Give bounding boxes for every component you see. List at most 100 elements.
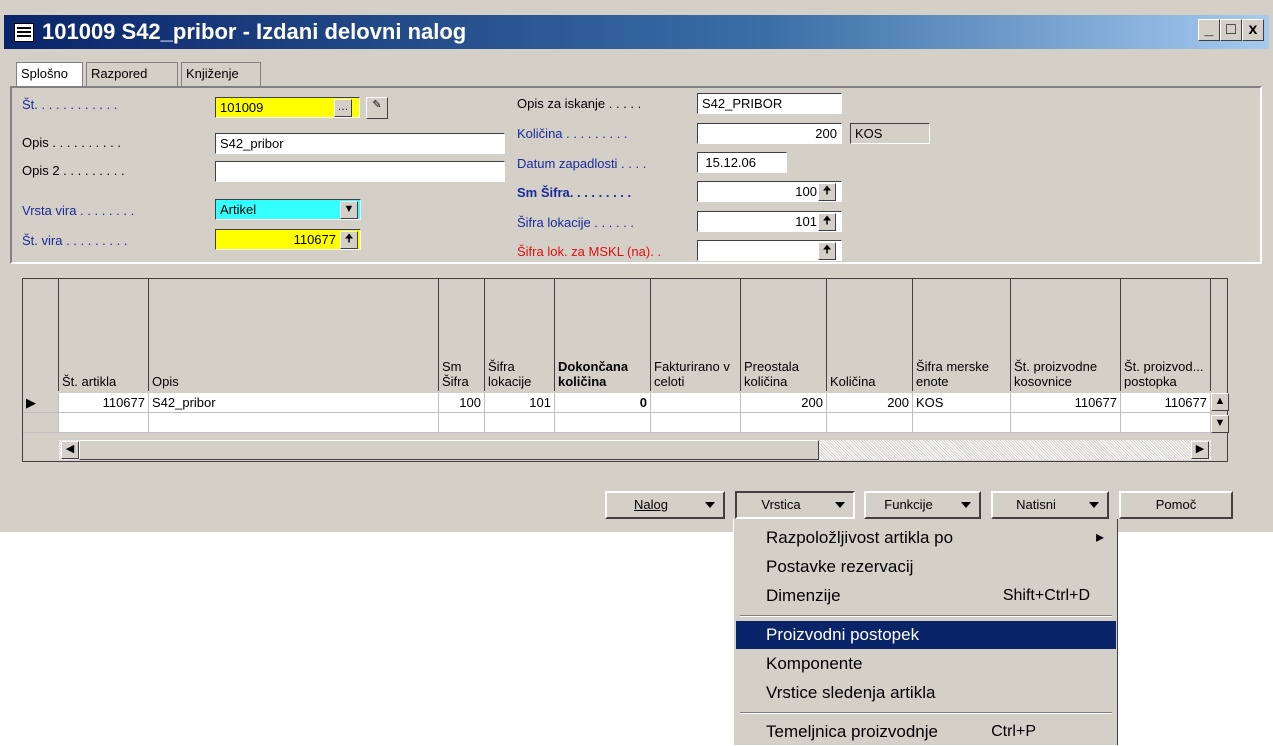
- datum-label: Datum zapadlosti . . . .: [517, 156, 647, 171]
- sifra-mskl-label: Šifra lok. za MSKL (na). .: [517, 244, 662, 259]
- cell-sifra-lokacije[interactable]: 101: [485, 393, 555, 413]
- kolicina-unit: KOS: [850, 123, 930, 144]
- menu-separator: [740, 712, 1112, 714]
- col-opis[interactable]: Opis: [149, 279, 439, 391]
- kolicina-label: Količina . . . . . . . . .: [517, 126, 628, 141]
- menu-item-dimenzije[interactable]: Dimenzije Shift+Ctrl+D: [736, 582, 1116, 610]
- close-button[interactable]: x: [1242, 19, 1264, 41]
- restore-button[interactable]: □: [1220, 19, 1242, 41]
- col-kolicina[interactable]: Količina: [827, 279, 913, 391]
- opis-iskanje-label: Opis za iskanje . . . . .: [517, 96, 642, 111]
- cell-kosovnica[interactable]: 110677: [1011, 393, 1121, 413]
- scrollbar-thumb[interactable]: [79, 440, 819, 460]
- menu-item-vrstice-sledenja[interactable]: Vrstice sledenja artikla: [736, 679, 1116, 707]
- row-selector-header: [23, 279, 59, 391]
- cell-dokoncana[interactable]: 0: [555, 393, 651, 413]
- form-icon: [14, 23, 34, 42]
- cell-sifra-merske[interactable]: KOS: [913, 393, 1011, 413]
- opis-field[interactable]: S42_pribor: [215, 133, 505, 154]
- cell-empty[interactable]: [741, 413, 827, 433]
- cell-empty[interactable]: [485, 413, 555, 433]
- menu-item-proizvodni-postopek[interactable]: Proizvodni postopek: [736, 621, 1116, 649]
- cell-empty[interactable]: [1121, 413, 1211, 433]
- menu-item-temeljnica[interactable]: Temeljnica proizvodnje Ctrl+P: [736, 718, 1116, 746]
- row-selector: [23, 413, 59, 433]
- tab-razpored[interactable]: Razpored: [86, 62, 178, 86]
- scroll-up-icon[interactable]: ▲: [1211, 393, 1229, 411]
- table-row[interactable]: ▶ 110677 S42_pribor 100 101 0 200 200 KO…: [23, 393, 1229, 413]
- cell-empty[interactable]: [439, 413, 485, 433]
- menu-item-postavke-rezervacij[interactable]: Postavke rezervacij: [736, 553, 1116, 581]
- lookup-arrow-up-icon[interactable]: 🠉: [818, 183, 836, 201]
- nalog-button[interactable]: Nalog: [605, 491, 725, 519]
- lookup-button[interactable]: …: [334, 99, 352, 117]
- grid-header: Št. artikla Opis Sm Šifra Šifra lokacije…: [23, 279, 1227, 391]
- funkcije-button[interactable]: Funkcije: [864, 491, 981, 519]
- cell-opis[interactable]: S42_pribor: [149, 393, 439, 413]
- scroll-right-icon[interactable]: ▶: [1191, 441, 1209, 459]
- natisni-button[interactable]: Natisni: [991, 491, 1109, 519]
- pomoc-button[interactable]: Pomoč: [1119, 491, 1233, 519]
- col-st-proizvodne-kosovnice[interactable]: Št. proizvodne kosovnice: [1011, 279, 1121, 391]
- chevron-down-icon: [1089, 502, 1099, 508]
- col-sm-sifra[interactable]: Sm Šifra: [439, 279, 485, 391]
- col-sifra-merske-enote[interactable]: Šifra merske enote: [913, 279, 1011, 391]
- lines-grid: Št. artikla Opis Sm Šifra Šifra lokacije…: [22, 278, 1229, 462]
- cell-empty[interactable]: [913, 413, 1011, 433]
- col-sifra-lokacije[interactable]: Šifra lokacije: [485, 279, 555, 391]
- chevron-down-icon: [705, 502, 715, 508]
- edit-pencil-icon[interactable]: ✎: [366, 97, 388, 119]
- menu-item-komponente[interactable]: Komponente: [736, 650, 1116, 678]
- sifra-lokacije-label: Šifra lokacije . . . . . .: [517, 215, 635, 230]
- lookup-arrow-up-icon[interactable]: 🠉: [818, 213, 836, 231]
- opis-iskanje-field[interactable]: S42_PRIBOR: [697, 93, 842, 114]
- cell-empty[interactable]: [651, 413, 741, 433]
- col-preostala-kolicina[interactable]: Preostala količina: [741, 279, 827, 391]
- cell-empty[interactable]: [149, 413, 439, 433]
- menu-item-razpolozljivost[interactable]: Razpoložljivost artikla po ▸: [736, 524, 1116, 552]
- minimize-button[interactable]: _: [1198, 19, 1220, 41]
- datum-field[interactable]: 15.12.06: [697, 152, 787, 173]
- row-pointer-icon: ▶: [23, 393, 59, 413]
- cell-st-artikla[interactable]: 110677: [59, 393, 149, 413]
- st-label: Št. . . . . . . . . . . .: [22, 97, 118, 112]
- submenu-arrow-icon: ▸: [1095, 529, 1104, 546]
- col-st-proizvod-postopka[interactable]: Št. proizvod... postopka: [1121, 279, 1211, 391]
- kolicina-field[interactable]: 200: [697, 123, 842, 144]
- col-dokoncana-kolicina[interactable]: Dokončana količina: [555, 279, 651, 391]
- menu-separator: [740, 615, 1112, 617]
- cell-preostala[interactable]: 200: [741, 393, 827, 413]
- lookup-arrow-up-icon[interactable]: 🠉: [340, 231, 358, 249]
- st-vira-label: Št. vira . . . . . . . . .: [22, 233, 128, 248]
- scroll-down-icon[interactable]: ▼: [1211, 415, 1229, 433]
- vrsta-vira-label: Vrsta vira . . . . . . . .: [22, 203, 135, 218]
- scroll-left-icon[interactable]: ◀: [61, 441, 79, 459]
- chevron-down-icon: [835, 502, 845, 508]
- cell-empty[interactable]: [59, 413, 149, 433]
- cell-fakturirano[interactable]: [651, 393, 741, 413]
- cell-empty[interactable]: [1011, 413, 1121, 433]
- window-title: 101009 S42_pribor - Izdani delovni nalog: [42, 19, 467, 44]
- table-row[interactable]: [23, 413, 1229, 433]
- col-st-artikla[interactable]: Št. artikla: [59, 279, 149, 391]
- dropdown-arrow-icon[interactable]: ▼: [340, 201, 358, 219]
- opis-label: Opis . . . . . . . . . .: [22, 135, 121, 150]
- lookup-arrow-up-icon[interactable]: 🠉: [818, 242, 836, 260]
- sm-sifra-label: Sm Šifra. . . . . . . . .: [517, 185, 632, 200]
- window: 101009 S42_pribor - Izdani delovni nalog…: [0, 0, 1273, 532]
- tab-splosno[interactable]: Splošno: [16, 62, 83, 86]
- vrstica-button[interactable]: Vrstica: [735, 491, 855, 519]
- cell-kolicina[interactable]: 200: [827, 393, 913, 413]
- cell-empty[interactable]: [555, 413, 651, 433]
- cell-postopek[interactable]: 110677: [1121, 393, 1211, 413]
- cell-sm-sifra[interactable]: 100: [439, 393, 485, 413]
- col-fakturirano[interactable]: Fakturirano v celoti: [651, 279, 741, 391]
- opis2-label: Opis 2 . . . . . . . . .: [22, 163, 125, 178]
- opis2-field[interactable]: [215, 161, 505, 182]
- chevron-down-icon: [961, 502, 971, 508]
- title-bar[interactable]: 101009 S42_pribor - Izdani delovni nalog…: [4, 15, 1269, 49]
- cell-empty[interactable]: [827, 413, 913, 433]
- tab-knjizenje[interactable]: Knjiženje: [181, 62, 261, 86]
- general-panel: [10, 86, 1262, 264]
- vrstica-menu: Razpoložljivost artikla po ▸ Postavke rez…: [733, 519, 1118, 745]
